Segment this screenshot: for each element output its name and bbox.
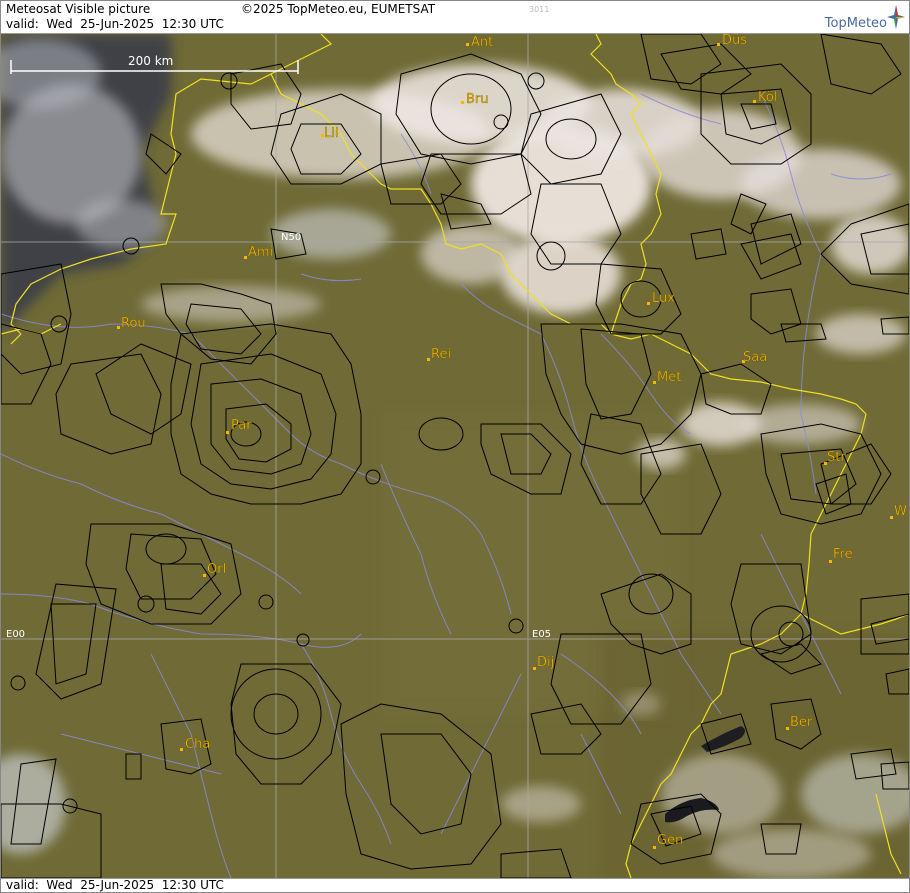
scale-label: 200 km: [128, 54, 173, 68]
city-label-dij: Dij: [537, 655, 554, 670]
city-label-orl: Orl: [207, 562, 226, 577]
map-title: Meteosat Visible picture: [6, 2, 151, 16]
satellite-map: 200 km N50 E00 E05 Ant Düs Bru Köl Lil A…: [1, 34, 909, 878]
city-label-ami: Ami: [248, 245, 273, 260]
city-label-lil: Lil: [324, 126, 338, 141]
city-label-lux: Lux: [652, 291, 675, 306]
city-label-ber: Ber: [790, 715, 813, 730]
city-label-kol: Köl: [758, 90, 777, 105]
city-label-par: Par: [231, 418, 252, 433]
city-label-ant: Ant: [471, 35, 493, 50]
valid-time: valid: Wed 25-Jun-2025 12:30 UTC: [6, 17, 224, 31]
city-label-gen: Gen: [657, 833, 683, 848]
city-label-rei: Rei: [431, 347, 451, 362]
map-canvas: 200 km N50 E00 E05 Ant Düs Bru Köl Lil A…: [1, 34, 909, 878]
city-label-saa: Saa: [743, 350, 767, 365]
city-label-met: Met: [657, 370, 681, 385]
copyright-text: ©2025 TopMeteo.eu, EUMETSAT: [241, 2, 436, 16]
footer-bar: valid: Wed 25-Jun-2025 12:30 UTC: [1, 878, 909, 892]
footer-valid-time: valid: Wed 25-Jun-2025 12:30 UTC: [6, 878, 224, 892]
city-label-cha: Cha: [185, 737, 210, 752]
city-label-w: W: [894, 504, 907, 519]
brand-logo-text: TopMeteo: [824, 16, 887, 31]
city-label-rou: Rou: [121, 316, 146, 331]
city-label-bru: Bru: [466, 92, 489, 107]
city-label-fre: Fre: [833, 547, 853, 562]
lat-label-n50: N50: [281, 232, 301, 243]
city-label-dus: Düs: [722, 34, 747, 48]
map-window: Meteosat Visible picture ©2025 TopMeteo.…: [0, 0, 910, 893]
lon-label-e05: E05: [532, 629, 551, 640]
compass-star-icon: [887, 5, 905, 29]
city-label-str: Str: [827, 450, 846, 465]
lon-label-e00: E00: [6, 629, 25, 640]
header-bar: Meteosat Visible picture ©2025 TopMeteo.…: [1, 1, 909, 34]
image-code: 3011: [529, 5, 550, 14]
